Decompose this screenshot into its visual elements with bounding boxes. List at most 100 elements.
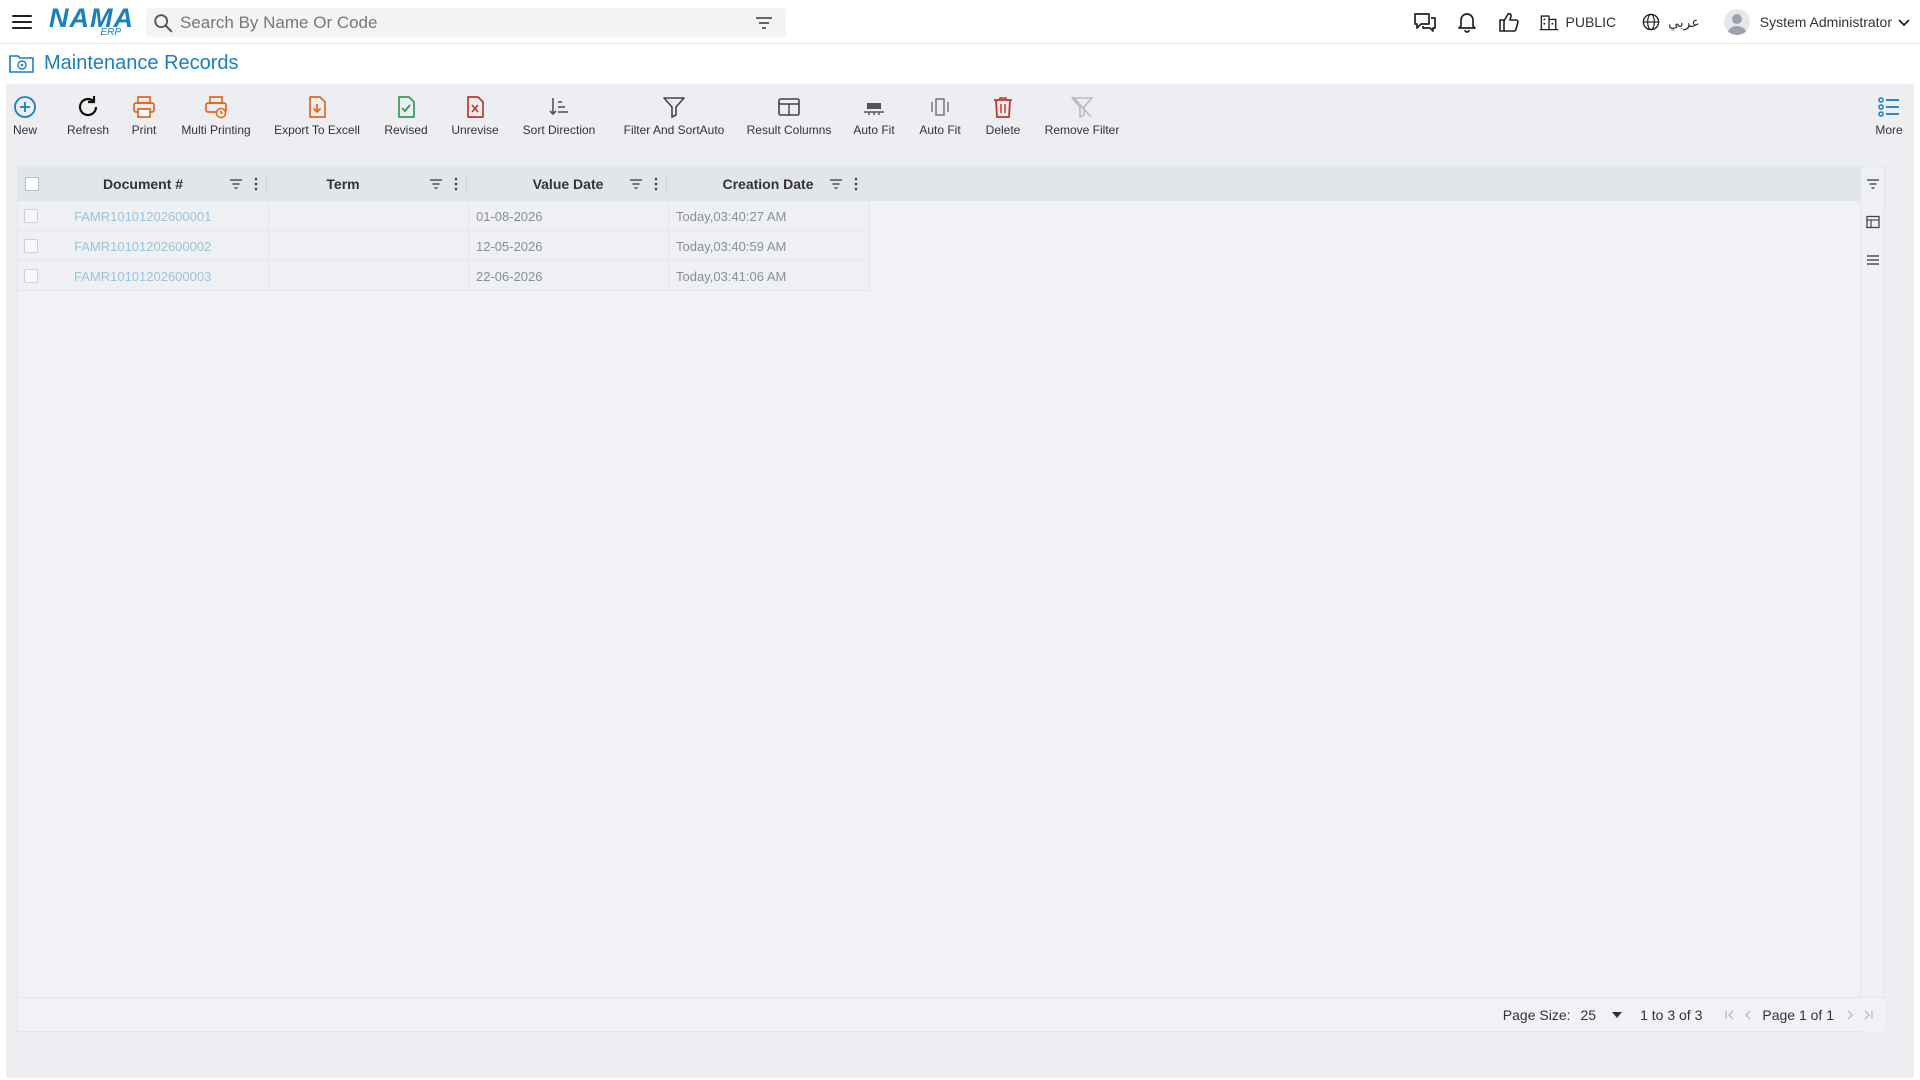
record-range: 1 to 3 of 3 <box>1640 1006 1703 1023</box>
cell-separator <box>468 231 469 261</box>
dropdown-caret-icon <box>1612 1011 1623 1018</box>
column-separator[interactable] <box>466 176 467 192</box>
column-filter-icon[interactable] <box>628 176 644 192</box>
page-size-select[interactable]: 25 <box>1577 1003 1627 1027</box>
columns-icon <box>778 98 800 116</box>
user-menu[interactable]: System Administrator <box>1700 9 1912 35</box>
funnel-off-icon <box>1071 96 1093 118</box>
next-page-icon[interactable] <box>1842 1007 1858 1023</box>
more-label: More <box>1875 123 1903 137</box>
previous-page-icon[interactable] <box>1740 1007 1756 1023</box>
page-title: Maintenance Records <box>44 51 239 74</box>
sort-direction-label: Sort Direction <box>522 123 596 137</box>
page-size-value: 25 <box>1580 1006 1597 1023</box>
cell-separator <box>869 231 870 261</box>
user-name: System Administrator <box>1759 14 1892 30</box>
user-avatar <box>1723 9 1750 35</box>
chat-icon[interactable] <box>1412 9 1438 35</box>
column-filter-icon[interactable] <box>828 176 844 192</box>
select-all-checkbox[interactable] <box>25 177 39 191</box>
row-checkbox[interactable] <box>24 209 38 223</box>
remove-filter-label: Remove Filter <box>1044 123 1120 137</box>
bell-icon[interactable] <box>1454 9 1480 35</box>
branch-label: PUBLIC <box>1565 14 1617 30</box>
column-tools-value-date <box>624 167 664 201</box>
document-link[interactable]: FAMR10101202600002 <box>74 231 211 261</box>
row-select-cell <box>24 201 38 231</box>
grid-side-panel <box>1860 167 1884 1033</box>
column-separator[interactable] <box>666 176 667 192</box>
cell-separator <box>268 201 269 231</box>
cell-separator <box>668 261 669 291</box>
value-date-cell: 12-05-2026 <box>476 238 543 254</box>
cell-separator <box>668 231 669 261</box>
grid-footer: Page Size: 25 1 to 3 of 3 Page 1 of 1 <box>18 997 1886 1031</box>
revised-label: Revised <box>384 123 428 137</box>
auto-fit-rows-button[interactable]: Auto Fit <box>851 94 897 144</box>
document-link[interactable]: FAMR10101202600003 <box>74 261 211 291</box>
first-page-icon[interactable] <box>1722 1007 1738 1023</box>
column-filter-icon[interactable] <box>228 176 244 192</box>
filter-sort-auto-button[interactable]: Filter And SortAuto <box>618 94 730 144</box>
auto-fit-rows-icon <box>864 103 884 115</box>
document-link[interactable]: FAMR10101202600001 <box>74 201 211 231</box>
column-menu-icon[interactable] <box>848 176 864 192</box>
revised-button[interactable]: Revised <box>383 94 429 144</box>
multi-printing-label: Multi Printing <box>181 123 251 137</box>
export-excel-label: Export To Excell <box>274 123 360 137</box>
last-page-icon[interactable] <box>1860 1007 1876 1023</box>
new-label: New <box>12 123 37 137</box>
table-row[interactable]: FAMR10101202600003 22-06-2026 Today,03:4… <box>18 261 870 291</box>
new-button[interactable]: New <box>10 94 40 144</box>
cell-separator <box>268 231 269 261</box>
row-checkbox[interactable] <box>24 239 38 253</box>
filters-panel-icon[interactable] <box>1865 176 1881 192</box>
search-bar <box>146 8 786 37</box>
branch-selector[interactable]: PUBLIC <box>1522 11 1617 33</box>
cell-separator <box>668 201 669 231</box>
list-lines-icon[interactable] <box>1865 252 1881 268</box>
refresh-label: Refresh <box>66 123 110 137</box>
more-button[interactable]: More <box>1872 94 1906 144</box>
row-checkbox[interactable] <box>24 269 38 283</box>
multi-printing-button[interactable]: Multi Printing <box>180 94 252 144</box>
filter-lines-icon[interactable] <box>752 11 776 35</box>
cell-separator <box>268 261 269 291</box>
language-label: عربي <box>1668 13 1700 30</box>
folder-icon <box>9 55 34 73</box>
print-button[interactable]: Print <box>128 94 160 144</box>
column-menu-icon[interactable] <box>248 176 264 192</box>
delete-button[interactable]: Delete <box>983 94 1023 144</box>
refresh-button[interactable]: Refresh <box>65 94 111 144</box>
column-menu-icon[interactable] <box>648 176 664 192</box>
column-tools-term <box>424 167 464 201</box>
search-input[interactable] <box>174 12 752 33</box>
row-select-cell <box>24 261 38 291</box>
remove-filter-button[interactable]: Remove Filter <box>1042 94 1122 144</box>
column-filter-icon[interactable] <box>428 176 444 192</box>
unrevise-button[interactable]: Unrevise <box>450 94 500 144</box>
cell-separator <box>468 261 469 291</box>
column-header-term[interactable]: Term <box>268 167 418 201</box>
column-separator[interactable] <box>266 176 267 192</box>
sort-direction-button[interactable]: Sort Direction <box>521 94 597 144</box>
value-date-cell: 22-06-2026 <box>476 268 543 284</box>
top-bar: NAMA ERP PUBLIC عربي System Administrato… <box>0 0 1920 44</box>
logo[interactable]: NAMA ERP <box>49 5 133 39</box>
export-excel-button[interactable]: Export To Excell <box>273 94 361 144</box>
columns-panel-icon[interactable] <box>1865 214 1881 230</box>
toolbar: New Refresh Print Multi Printing Export … <box>6 84 1914 150</box>
refresh-icon <box>78 96 98 117</box>
auto-fit-columns-button[interactable]: Auto Fit <box>917 94 963 144</box>
table-row[interactable]: FAMR10101202600001 01-08-2026 Today,03:4… <box>18 201 870 231</box>
column-header-document[interactable]: Document # <box>58 167 228 201</box>
column-menu-icon[interactable] <box>448 176 464 192</box>
result-columns-button[interactable]: Result Columns <box>743 94 835 144</box>
column-tools-creation-date <box>824 167 864 201</box>
language-selector[interactable]: عربي <box>1624 11 1700 33</box>
menu-icon[interactable] <box>12 11 34 33</box>
results-grid: Document # Term Value Date Creation Date <box>17 166 1886 1033</box>
chevron-down-icon <box>1898 19 1910 27</box>
table-row[interactable]: FAMR10101202600002 12-05-2026 Today,03:4… <box>18 231 870 261</box>
thumbs-up-icon[interactable] <box>1496 9 1522 35</box>
